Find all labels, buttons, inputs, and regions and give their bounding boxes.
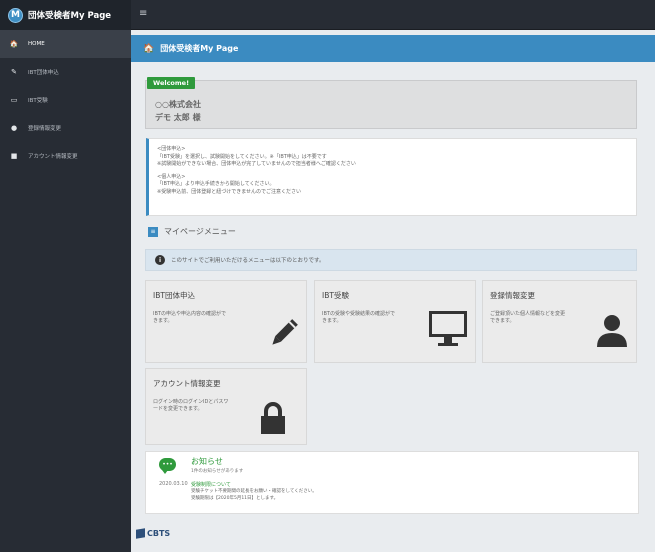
monitor-icon: ▭ [10,96,18,104]
sidebar-item-account[interactable]: ■ アカウント情報変更 [0,142,131,170]
home-icon: 🏠 [9,40,19,48]
sidebar: 🏠 HOME ✎ IBT団体申込 ▭ IBT受験 ● 登録情報変更 ■ アカウン… [0,30,131,552]
news-link[interactable]: 受験制限について [191,481,231,488]
home-icon: 🏠 [143,43,155,54]
info-bar: i このサイトでご利用いただけるメニューは以下のとおりです。 [145,249,637,271]
notice-line: ※受験申込前、団体登録と紐づけできませんのでご注意ください [157,188,302,195]
footer-logo-text: CBTS [147,529,171,538]
mypage-menu-heading: ≡ マイページメニュー [148,226,236,237]
menu-card-account[interactable]: アカウント情報変更 ログイン時のログインIDとパスワ ードを変更できます。 [145,368,307,445]
notice-line: ※試験開始ができない場合、団体申込が完了していませんので担当者様へご確認ください [157,161,356,167]
sidebar-item-label: IBT受験 [28,98,48,104]
card-description: IBTの受験や受験結果の確認がで きます。 [322,311,395,324]
card-title: アカウント情報変更 [153,379,221,388]
info-text: このサイトでご利用いただけるメニューは以下のとおりです。 [171,258,325,264]
footer-logo: CBTS [136,528,171,539]
top-bar: M 団体受検者My Page ≡ [0,0,655,30]
menu-card-ibt-apply[interactable]: IBT団体申込 IBTの申込や申込内容の確認がで きます。 [145,280,307,363]
welcome-box: Welcome! ○○株式会社 デモ 太郎 様 [145,77,637,129]
sidebar-item-home[interactable]: 🏠 HOME [0,30,131,58]
notice-line: 「IBT申込」より申込手続きから開始してください。 [157,181,275,187]
notice-line: <団体申込> [157,146,186,152]
news-title: お知らせ [191,457,223,466]
sidebar-item-label: HOME [28,41,45,47]
info-icon: i [155,255,165,265]
sidebar-item-label: アカウント情報変更 [28,154,78,160]
news-subtitle: 1件のお知らせがあります [191,469,244,474]
menu-toggle-icon[interactable]: ≡ [139,8,147,19]
notice-line: 「IBT受験」を選択し、試験開始をしてください。※「IBT申込」は不要です [157,153,327,160]
news-date: 2020.03.10 [159,481,188,487]
user-name: デモ 太郎 様 [155,113,201,122]
menu-card-ibt-exam[interactable]: IBT受験 IBTの受験や受験結果の確認がで きます。 [314,280,476,363]
news-body: 受験チケット不要期間の延長をお願い・確認をしてください。 受験期限は【2020年… [191,489,317,501]
chat-bubble-icon: ••• [159,458,176,474]
user-icon: ● [10,124,18,132]
sidebar-item-ibt-apply[interactable]: ✎ IBT団体申込 [0,58,131,86]
welcome-badge: Welcome! [147,77,196,89]
user-icon [597,315,627,347]
lock-icon: ■ [10,152,18,160]
list-icon: ≡ [148,226,158,237]
lock-icon [261,402,285,434]
card-description: ログイン時のログインIDとパスワ ードを変更できます。 [153,399,229,412]
pencil-icon [272,319,298,345]
company-name: ○○株式会社 [155,100,201,109]
menu-card-profile[interactable]: 登録情報変更 ご登録頂いた個人情報などを変更 できます。 [482,280,637,363]
brand-title: 団体受検者My Page [28,11,112,21]
mypage-menu-title: マイページメニュー [164,227,236,236]
sidebar-item-profile[interactable]: ● 登録情報変更 [0,114,131,142]
main-content: 🏠 団体受検者My Page Welcome! ○○株式会社 デモ 太郎 様 <… [131,30,655,552]
sidebar-item-ibt-exam[interactable]: ▭ IBT受験 [0,86,131,114]
page-header: 🏠 団体受検者My Page [131,35,655,62]
pencil-icon: ✎ [11,68,17,76]
notice-box: <団体申込> 「IBT受験」を選択し、試験開始をしてください。※「IBT申込」は… [146,138,637,216]
card-title: IBT団体申込 [153,291,195,300]
notice-line: <個人申込> [157,173,186,180]
page-title: 団体受検者My Page [160,44,239,53]
cube-icon [136,528,145,539]
brand-logo-icon: M [8,7,23,23]
monitor-icon [429,311,467,346]
card-description: IBTの申込や申込内容の確認がで きます。 [153,311,226,324]
card-title: 登録情報変更 [490,291,535,300]
card-description: ご登録頂いた個人情報などを変更 できます。 [490,311,566,324]
card-title: IBT受験 [322,291,349,300]
news-panel: ••• お知らせ 1件のお知らせがあります 2020.03.10 受験制限につい… [145,451,639,514]
sidebar-item-label: 登録情報変更 [28,126,62,132]
sidebar-item-label: IBT団体申込 [28,70,59,76]
brand[interactable]: M 団体受検者My Page [0,0,131,30]
